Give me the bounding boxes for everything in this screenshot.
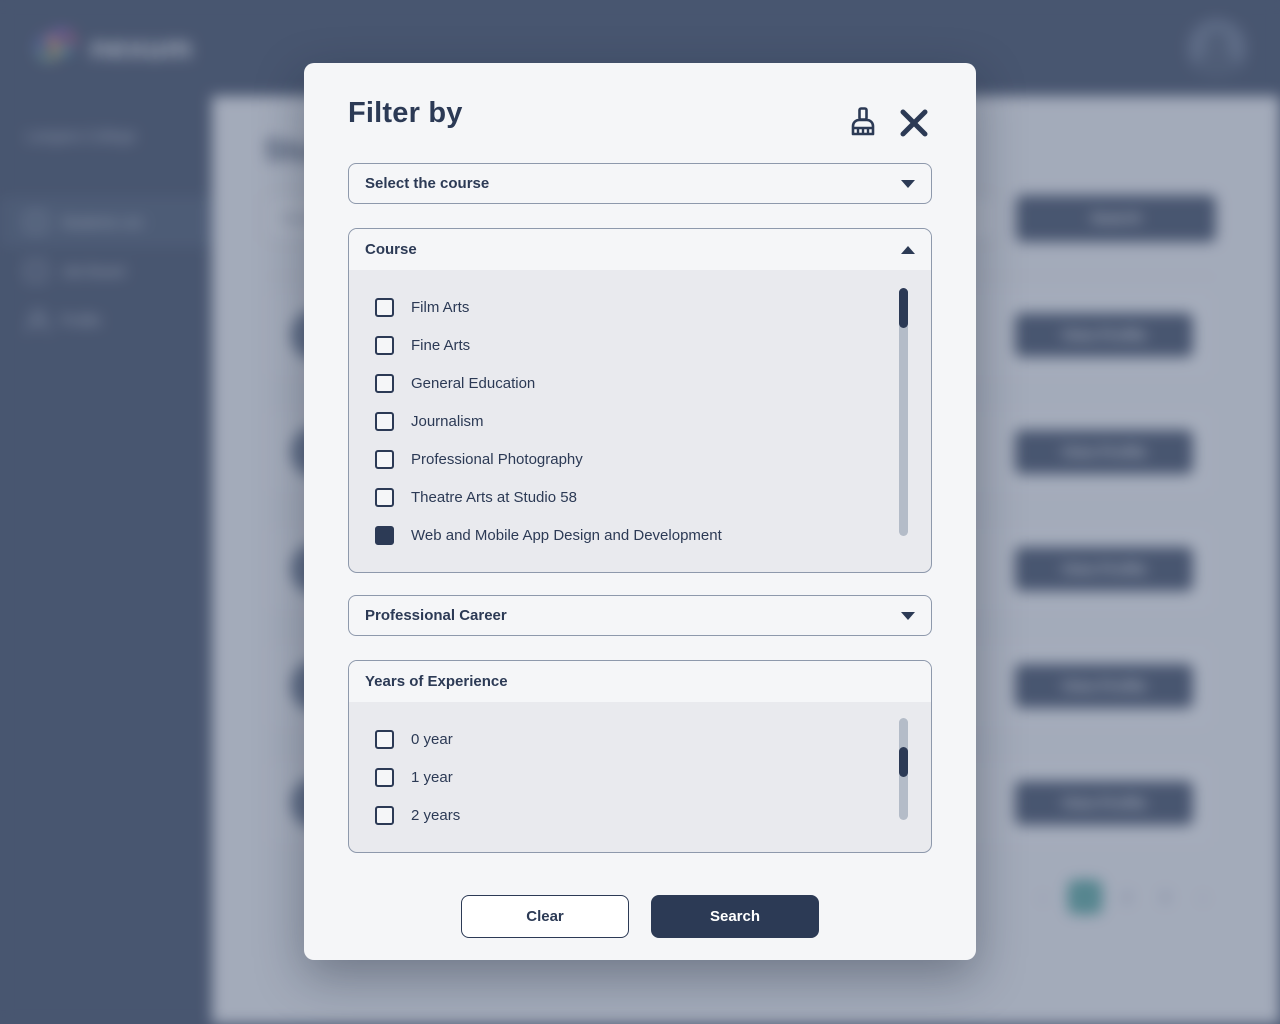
checkbox-journalism[interactable]	[375, 411, 394, 431]
option-label: Professional Photography	[411, 450, 583, 468]
course-select[interactable]: Select the course	[348, 163, 932, 204]
filter-modal: Filter by Select the course Course Film …	[304, 63, 976, 960]
checkbox-0-year[interactable]	[375, 729, 394, 749]
checkbox-web-and-mobile[interactable]	[375, 525, 394, 545]
list-item[interactable]: Professional Photography	[349, 440, 931, 478]
experience-options: 0 year 1 year 2 years	[349, 702, 931, 852]
option-label: 1 year	[411, 768, 453, 786]
modal-footer: Clear Search	[348, 895, 932, 938]
experience-panel: Years of Experience 0 year 1 year 2 year…	[348, 660, 932, 853]
modal-header: Filter by	[348, 63, 932, 141]
experience-panel-header[interactable]: Years of Experience	[349, 661, 931, 702]
list-item[interactable]: Web and Mobile App Design and Developmen…	[349, 516, 931, 554]
course-scrollbar[interactable]	[899, 288, 908, 536]
broom-icon[interactable]	[846, 105, 880, 141]
clear-button[interactable]: Clear	[461, 895, 629, 938]
list-item[interactable]: Journalism	[349, 402, 931, 440]
career-select-value: Professional Career	[365, 607, 507, 624]
experience-scrollbar[interactable]	[899, 718, 908, 820]
career-select[interactable]: Professional Career	[348, 595, 932, 636]
close-icon[interactable]	[896, 105, 932, 141]
chevron-up-icon	[901, 245, 915, 254]
modal-title: Filter by	[348, 97, 463, 129]
course-panel-header[interactable]: Course	[349, 229, 931, 270]
list-item[interactable]: Theatre Arts at Studio 58	[349, 478, 931, 516]
course-scrollbar-thumb[interactable]	[899, 288, 908, 328]
checkbox-general-education[interactable]	[375, 373, 394, 393]
list-item[interactable]: 2 years	[349, 796, 931, 834]
modal-header-actions	[846, 97, 932, 141]
course-select-value: Select the course	[365, 175, 490, 192]
list-item[interactable]: 1 year	[349, 758, 931, 796]
course-options: Film Arts Fine Arts General Education Jo…	[349, 270, 931, 572]
option-label: Journalism	[411, 412, 484, 430]
checkbox-film-arts[interactable]	[375, 297, 394, 317]
list-item[interactable]: General Education	[349, 364, 931, 402]
experience-panel-title: Years of Experience	[365, 673, 508, 690]
chevron-down-icon	[901, 611, 915, 620]
option-label: Fine Arts	[411, 336, 471, 354]
option-label: Theatre Arts at Studio 58	[411, 488, 577, 506]
checkbox-fine-arts[interactable]	[375, 335, 394, 355]
course-panel-title: Course	[365, 241, 417, 258]
option-label: Film Arts	[411, 298, 470, 316]
list-item[interactable]: 0 year	[349, 720, 931, 758]
experience-scrollbar-thumb[interactable]	[899, 747, 908, 777]
list-item[interactable]: Fine Arts	[349, 326, 931, 364]
search-button[interactable]: Search	[651, 895, 819, 938]
option-label: Web and Mobile App Design and Developmen…	[411, 526, 722, 544]
chevron-down-icon	[901, 179, 915, 188]
checkbox-theatre-arts[interactable]	[375, 487, 394, 507]
checkbox-1-year[interactable]	[375, 767, 394, 787]
option-label: General Education	[411, 374, 536, 392]
checkbox-professional-photography[interactable]	[375, 449, 394, 469]
option-label: 0 year	[411, 730, 453, 748]
checkbox-2-years[interactable]	[375, 805, 394, 825]
list-item[interactable]: Film Arts	[349, 288, 931, 326]
option-label: 2 years	[411, 806, 461, 824]
course-panel: Course Film Arts Fine Arts General Educa…	[348, 228, 932, 573]
